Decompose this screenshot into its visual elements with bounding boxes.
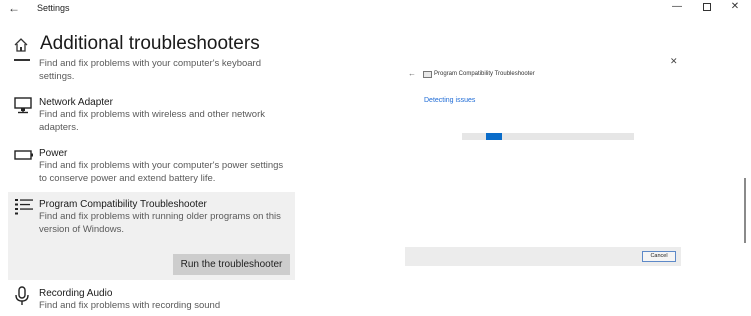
troubleshooter-item-keyboard[interactable]: Find and fix problems with your computer… xyxy=(8,58,295,86)
dialog-back-arrow-icon[interactable]: ← xyxy=(408,69,416,78)
microphone-icon xyxy=(15,286,29,305)
item-description: Find and fix problems with wireless and … xyxy=(39,109,265,133)
troubleshooter-item-network-adapter[interactable]: Network Adapter Find and fix problems wi… xyxy=(8,94,295,136)
run-troubleshooter-button[interactable]: Run the troubleshooter xyxy=(173,254,290,275)
dialog-app-icon xyxy=(423,71,432,78)
close-icon[interactable]: ✕ xyxy=(728,2,742,12)
troubleshooter-item-recording-audio[interactable]: Recording Audio Find and fix problems wi… xyxy=(8,286,295,316)
network-adapter-icon xyxy=(14,97,32,114)
dialog-title: Program Compatibility Troubleshooter xyxy=(434,71,535,77)
minimize-icon[interactable]: — xyxy=(670,2,684,12)
dialog-close-icon[interactable]: ✕ xyxy=(670,56,678,67)
back-arrow-icon[interactable]: ← xyxy=(8,1,20,15)
progress-indicator xyxy=(486,133,502,140)
troubleshooter-item-program-compatibility[interactable]: Program Compatibility Troubleshooter Fin… xyxy=(8,192,295,280)
item-name: Program Compatibility Troubleshooter xyxy=(39,199,207,210)
troubleshooter-dialog: ✕ ← Program Compatibility Troubleshooter… xyxy=(405,52,681,266)
item-description: Find and fix problems with your computer… xyxy=(39,58,261,82)
troubleshooter-item-power[interactable]: Power Find and fix problems with your co… xyxy=(8,145,295,187)
power-icon xyxy=(14,150,33,160)
cancel-button[interactable]: Cancel xyxy=(642,251,676,262)
item-description: Find and fix problems with your computer… xyxy=(39,160,284,184)
item-name: Network Adapter xyxy=(39,97,113,108)
window-title: Settings xyxy=(37,3,70,13)
item-description: Find and fix problems with running older… xyxy=(39,211,281,235)
item-name: Recording Audio xyxy=(39,288,113,299)
maximize-icon[interactable] xyxy=(703,3,711,11)
progress-bar xyxy=(462,133,634,140)
program-compatibility-icon xyxy=(15,199,33,215)
item-name: Power xyxy=(39,148,68,159)
title-bar: ← Settings — ✕ xyxy=(0,0,751,16)
detecting-status: Detecting issues xyxy=(424,97,476,104)
scrollbar[interactable] xyxy=(744,178,746,243)
item-description: Find and fix problems with recording sou… xyxy=(39,300,221,311)
dialog-footer: Cancel xyxy=(405,247,681,266)
home-icon[interactable] xyxy=(13,37,29,53)
page-title: Additional troubleshooters xyxy=(40,33,260,54)
